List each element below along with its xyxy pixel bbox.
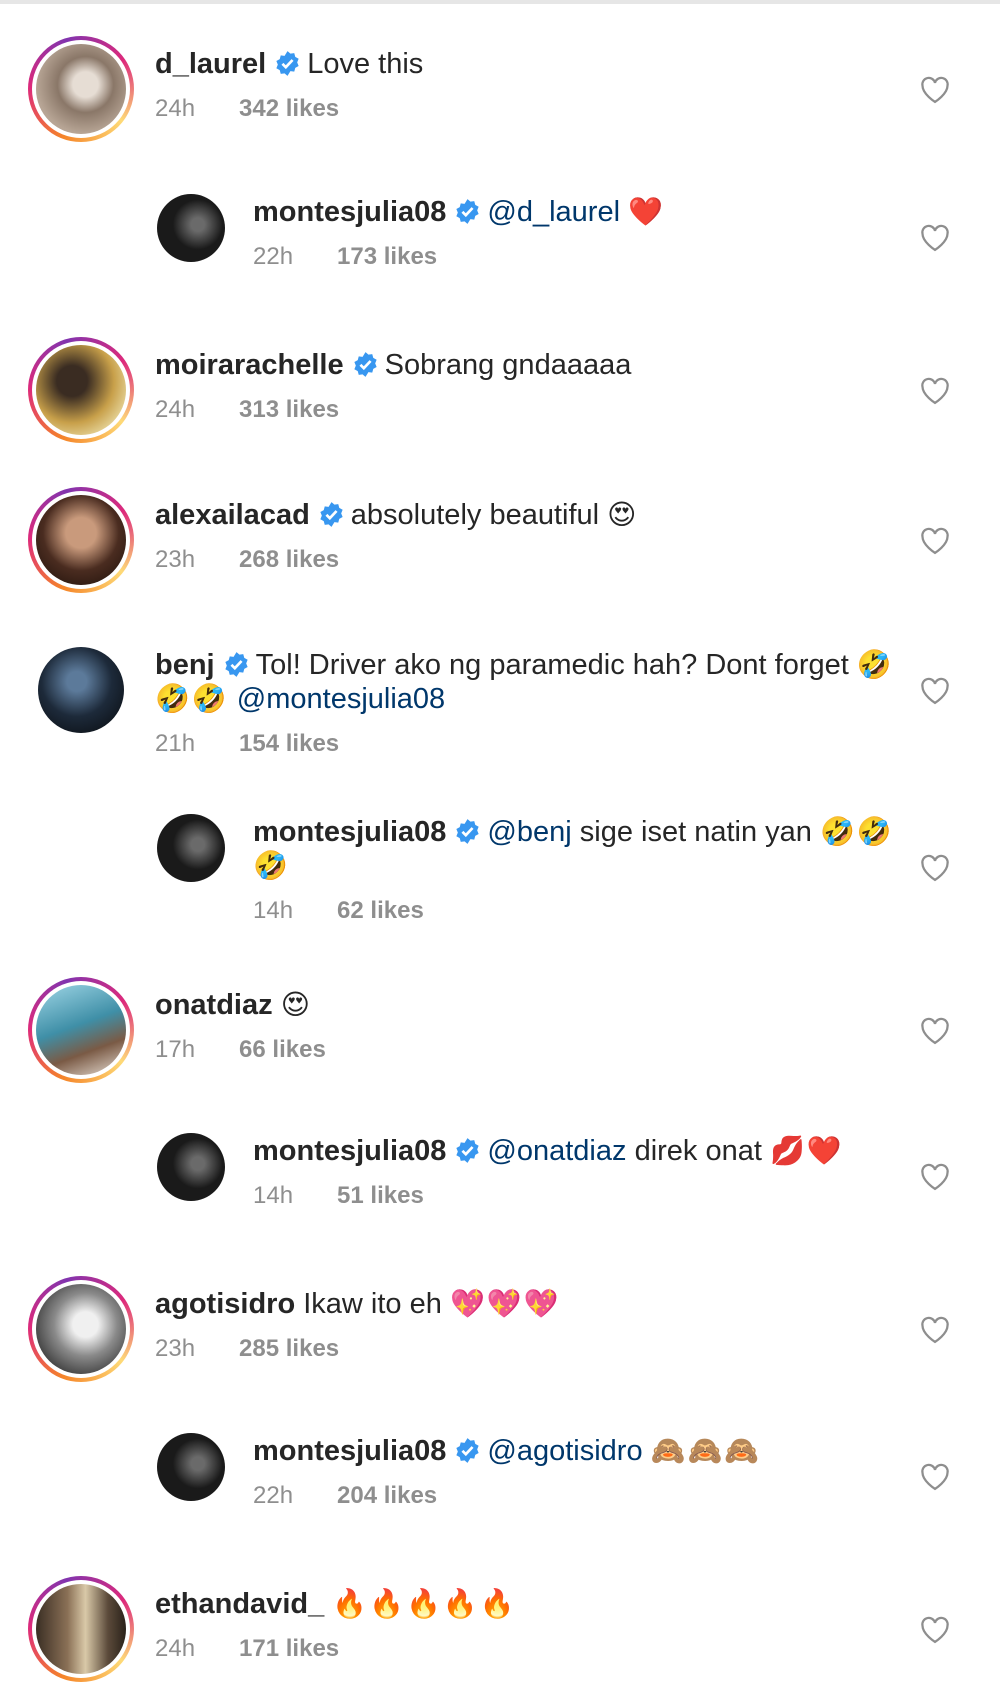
comment-time: 22h [253, 1482, 294, 1509]
comment-emoji: 💖💖💖 [449, 1287, 561, 1320]
avatar[interactable] [28, 977, 134, 1083]
heart-outline-icon[interactable] [920, 1616, 950, 1644]
comment-time: 22h [253, 243, 294, 270]
avatar[interactable] [28, 1576, 134, 1682]
avatar[interactable] [28, 36, 134, 142]
comment-text: direk onat [634, 1135, 762, 1167]
comment-emoji: 🤣🤣 [819, 815, 894, 848]
comment-emoji: ❤️ [628, 195, 665, 228]
comment-username[interactable]: agotisidro [155, 1288, 295, 1320]
comment-mention[interactable]: @onatdiaz [487, 1135, 626, 1167]
comment-mention[interactable]: @d_laurel [487, 196, 620, 228]
verified-badge-icon [353, 352, 377, 377]
comment-time: 24h [155, 1635, 196, 1662]
comment-likes[interactable]: 173 likes [337, 243, 437, 270]
comment-time: 17h [155, 1036, 196, 1063]
comment-time: 24h [155, 95, 196, 122]
comment-time: 23h [155, 1335, 196, 1362]
verified-badge-icon [456, 1438, 480, 1463]
comment-username[interactable]: montesjulia08 [253, 1435, 446, 1467]
comment-mention[interactable]: @benj [487, 816, 571, 848]
avatar[interactable] [157, 194, 225, 262]
comment-username[interactable]: moirarachelle [155, 349, 344, 381]
heart-outline-icon[interactable] [920, 677, 950, 705]
comment-username[interactable]: benj [155, 649, 215, 681]
comment-mention[interactable]: @montesjulia08 [237, 683, 445, 715]
comment-emoji: 🤣 [856, 648, 894, 681]
avatar[interactable] [38, 647, 124, 733]
comment-emoji: 😍 [607, 498, 639, 531]
verified-badge-icon [320, 502, 343, 527]
comment-likes[interactable]: 268 likes [239, 546, 339, 573]
comment-emoji: 🙈🙈🙈 [650, 1434, 762, 1467]
avatar[interactable] [157, 1433, 225, 1501]
comment-likes[interactable]: 66 likes [239, 1036, 326, 1063]
heart-outline-icon[interactable] [920, 1463, 950, 1491]
verified-badge-icon [224, 652, 248, 677]
comment-likes[interactable]: 171 likes [239, 1635, 339, 1662]
comment-username[interactable]: d_laurel [155, 48, 266, 80]
avatar[interactable] [157, 814, 225, 882]
verified-badge-icon [456, 1138, 480, 1163]
comment-time: 24h [155, 396, 196, 423]
verified-badge-icon [456, 199, 480, 224]
heart-outline-icon[interactable] [920, 854, 950, 882]
comment-username[interactable]: montesjulia08 [253, 1135, 446, 1167]
comment-list: d_laurel Love this 24h 342 likes montesjul… [0, 4, 1000, 1689]
comment-likes[interactable]: 51 likes [337, 1182, 424, 1209]
avatar[interactable] [28, 337, 134, 443]
comment-username[interactable]: alexailacad [155, 499, 310, 531]
comment-username[interactable]: ethandavid_ [155, 1588, 324, 1620]
comment-emoji: 💋❤️ [769, 1134, 844, 1167]
comment-mention[interactable]: @agotisidro [487, 1435, 642, 1467]
heart-outline-icon[interactable] [920, 527, 950, 555]
comment-text: sige iset natin yan [579, 816, 812, 848]
comment-likes[interactable]: 313 likes [239, 396, 339, 423]
avatar[interactable] [28, 487, 134, 593]
verified-badge-icon [456, 819, 480, 844]
comment-likes[interactable]: 62 likes [337, 897, 424, 924]
comment-emoji: 🤣🤣 [155, 682, 229, 715]
comment-time: 14h [253, 1182, 294, 1209]
comment-likes[interactable]: 342 likes [239, 95, 339, 122]
comment-likes[interactable]: 285 likes [239, 1335, 339, 1362]
comment-text: Tol! Driver ako ng paramedic hah? Dont f… [255, 649, 849, 681]
verified-badge-icon [276, 51, 299, 76]
comment-time: 23h [155, 546, 196, 573]
heart-outline-icon[interactable] [920, 1017, 950, 1045]
comment-emoji: 😍 [280, 988, 312, 1021]
avatar[interactable] [28, 1276, 134, 1382]
comment-likes[interactable]: 204 likes [337, 1482, 437, 1509]
comment-username[interactable]: montesjulia08 [253, 816, 446, 848]
avatar[interactable] [157, 1133, 225, 1201]
comment-likes[interactable]: 154 likes [239, 730, 339, 757]
comment-emoji: 🔥🔥🔥🔥🔥 [332, 1587, 517, 1620]
comment-text: absolutely beautiful [350, 499, 600, 531]
heart-outline-icon[interactable] [920, 1163, 950, 1191]
comment-time: 14h [253, 897, 294, 924]
heart-outline-icon[interactable] [920, 377, 950, 405]
heart-outline-icon[interactable] [920, 224, 950, 252]
comment-time: 21h [155, 730, 196, 757]
comment-username[interactable]: montesjulia08 [253, 196, 446, 228]
comment-emoji: 🤣 [253, 849, 290, 882]
heart-outline-icon[interactable] [920, 76, 950, 104]
comment-username[interactable]: onatdiaz [155, 989, 273, 1021]
comment-text: Sobrang gndaaaaa [384, 349, 632, 381]
heart-outline-icon[interactable] [920, 1316, 950, 1344]
comment-text: Love this [307, 48, 424, 80]
comment-text: Ikaw ito eh [303, 1288, 442, 1320]
